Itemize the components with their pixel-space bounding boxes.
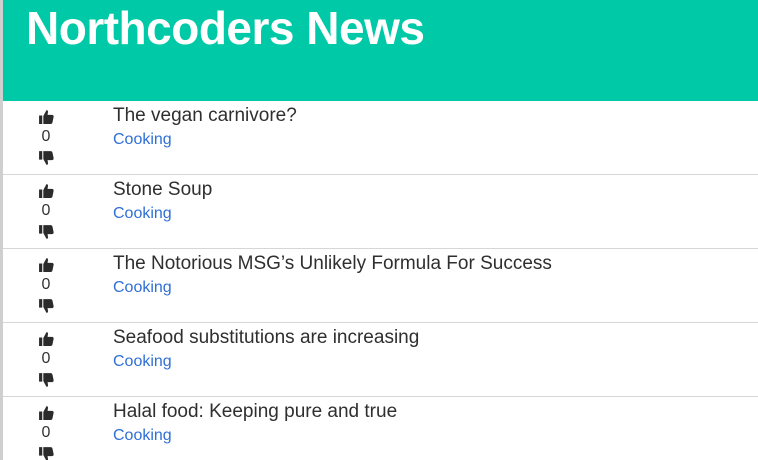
article-body: Stone Soup Cooking: [89, 175, 212, 248]
site-title[interactable]: Northcoders News: [26, 2, 758, 54]
article-list: 0 The vegan carnivore? Cooking 0 Stone S…: [3, 101, 758, 460]
vote-count: 0: [41, 350, 51, 367]
vote-controls: 0: [3, 249, 89, 322]
article-card: 0 The vegan carnivore? Cooking: [3, 101, 758, 175]
article-card: 0 Stone Soup Cooking: [3, 175, 758, 249]
vote-controls: 0: [3, 175, 89, 248]
thumbs-down-icon[interactable]: [37, 371, 55, 389]
article-body: Halal food: Keeping pure and true Cookin…: [89, 397, 397, 460]
vote-count: 0: [41, 202, 51, 219]
thumbs-up-icon[interactable]: [37, 403, 55, 421]
page: Northcoders News 0 The vegan carnivore? …: [0, 0, 758, 460]
site-header: Northcoders News: [3, 0, 758, 101]
thumbs-up-icon[interactable]: [37, 255, 55, 273]
vote-count: 0: [41, 276, 51, 293]
vote-count: 0: [41, 128, 51, 145]
article-title[interactable]: Stone Soup: [113, 178, 212, 202]
article-topic-link[interactable]: Cooking: [113, 424, 397, 448]
vote-controls: 0: [3, 397, 89, 460]
thumbs-down-icon[interactable]: [37, 297, 55, 315]
article-card: 0 Seafood substitutions are increasing C…: [3, 323, 758, 397]
article-card: 0 The Notorious MSG’s Unlikely Formula F…: [3, 249, 758, 323]
article-body: The vegan carnivore? Cooking: [89, 101, 297, 174]
thumbs-down-icon[interactable]: [37, 149, 55, 167]
article-title[interactable]: Seafood substitutions are increasing: [113, 326, 419, 350]
thumbs-up-icon[interactable]: [37, 107, 55, 125]
thumbs-down-icon[interactable]: [37, 445, 55, 460]
article-title[interactable]: The vegan carnivore?: [113, 104, 297, 128]
article-title[interactable]: The Notorious MSG’s Unlikely Formula For…: [113, 252, 552, 276]
article-card: 0 Halal food: Keeping pure and true Cook…: [3, 397, 758, 460]
article-body: The Notorious MSG’s Unlikely Formula For…: [89, 249, 552, 322]
vote-controls: 0: [3, 323, 89, 396]
vote-controls: 0: [3, 101, 89, 174]
article-topic-link[interactable]: Cooking: [113, 350, 419, 374]
article-body: Seafood substitutions are increasing Coo…: [89, 323, 419, 396]
article-title[interactable]: Halal food: Keeping pure and true: [113, 400, 397, 424]
article-topic-link[interactable]: Cooking: [113, 276, 552, 300]
article-topic-link[interactable]: Cooking: [113, 202, 212, 226]
vote-count: 0: [41, 424, 51, 441]
article-topic-link[interactable]: Cooking: [113, 128, 297, 152]
thumbs-up-icon[interactable]: [37, 329, 55, 347]
thumbs-up-icon[interactable]: [37, 181, 55, 199]
thumbs-down-icon[interactable]: [37, 223, 55, 241]
